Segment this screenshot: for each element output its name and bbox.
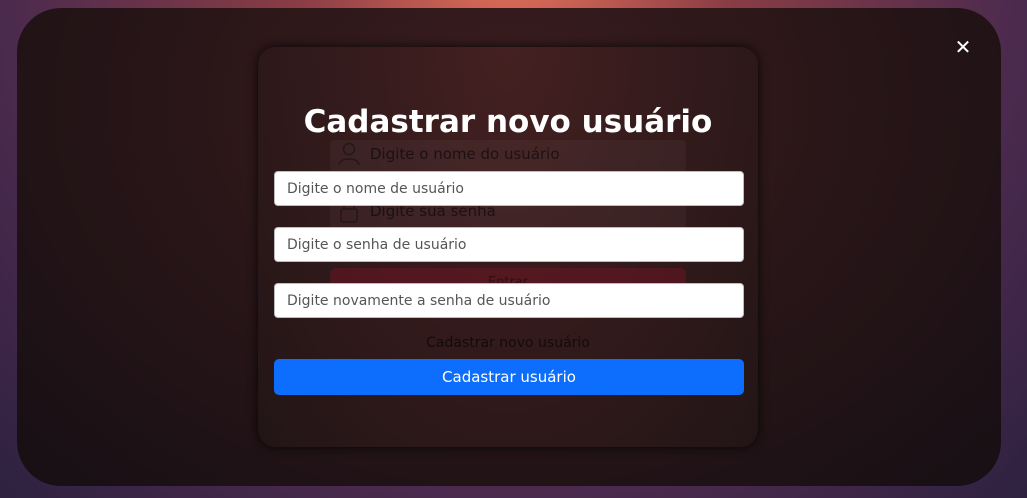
- close-button[interactable]: ✕: [953, 37, 973, 57]
- background-username-row: Digite o nome do usuário: [338, 142, 560, 166]
- register-modal: Digite o nome do usuário Digite sua senh…: [258, 47, 758, 447]
- close-icon: ✕: [954, 35, 972, 59]
- password-input[interactable]: [274, 227, 744, 262]
- user-icon: [338, 142, 360, 166]
- background-register-link: Cadastrar novo usuário: [426, 335, 590, 351]
- register-submit-button[interactable]: Cadastrar usuário: [274, 359, 744, 395]
- password-confirm-input[interactable]: [274, 283, 744, 318]
- username-input[interactable]: [274, 171, 744, 206]
- modal-backdrop: ✕ Digite o nome do usuário Digite sua se…: [17, 8, 1001, 486]
- background-username-placeholder: Digite o nome do usuário: [370, 145, 560, 163]
- modal-title: Cadastrar novo usuário: [303, 104, 713, 140]
